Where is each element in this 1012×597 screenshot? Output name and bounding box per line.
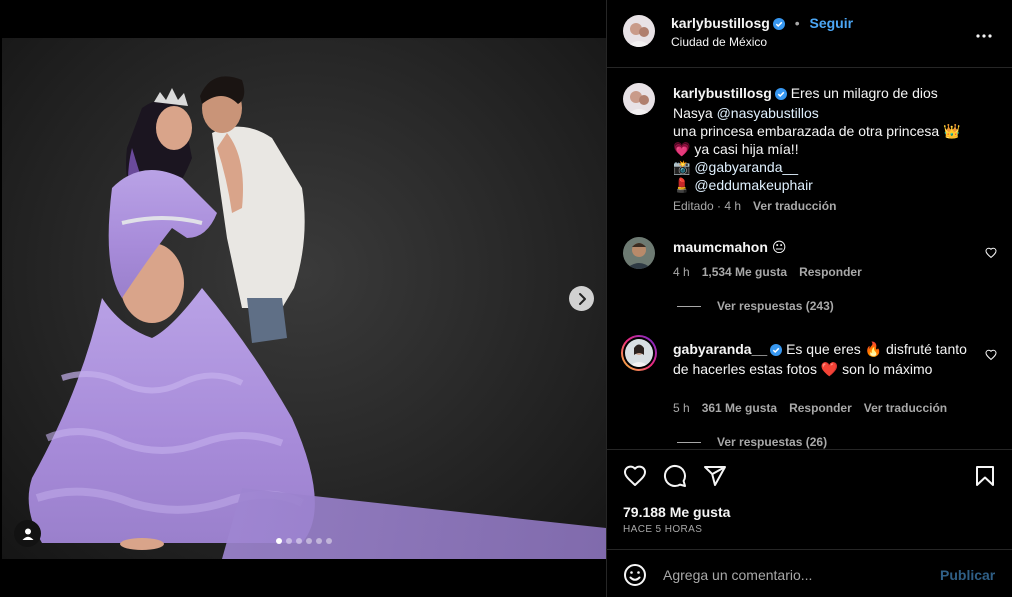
comment-meta: 4 h 1,534 Me gusta Responder: [673, 265, 862, 279]
post-location[interactable]: Ciudad de México: [671, 35, 767, 49]
caption-line-1: Eres un milagro de dios: [790, 85, 938, 101]
comment-icon: [663, 464, 686, 487]
caption-translate-link[interactable]: Ver traducción: [753, 199, 836, 213]
comment-time: 5 h: [673, 401, 690, 415]
caption-text: karlybustillosg Eres un milagro de dios …: [673, 84, 983, 194]
save-button[interactable]: [973, 464, 997, 491]
add-comment-bar: Publicar: [607, 549, 1012, 597]
author-line: karlybustillosg • Seguir: [671, 15, 853, 33]
comment-username[interactable]: maumcmahon: [673, 239, 768, 255]
reply-button[interactable]: Responder: [799, 265, 862, 279]
like-button[interactable]: [623, 464, 647, 491]
comment-text: maumcmahon 😐: [673, 238, 983, 256]
emoji-icon: [624, 564, 646, 586]
heart-icon: [985, 247, 997, 259]
mention-eddumakeuphair[interactable]: @eddumakeuphair: [694, 177, 813, 193]
post-header: karlybustillosg • Seguir Ciudad de Méxic…: [607, 0, 1012, 68]
caption-line-2: Nasya: [673, 105, 717, 121]
comment-input[interactable]: [663, 563, 933, 587]
verified-icon: [770, 342, 783, 360]
comments-list[interactable]: karlybustillosg Eres un milagro de dios …: [607, 69, 1012, 449]
comment-button[interactable]: [663, 464, 687, 491]
publish-button[interactable]: Publicar: [940, 567, 995, 583]
post-time: HACE 5 HORAS: [623, 524, 703, 535]
caption: karlybustillosg Eres un milagro de dios …: [607, 69, 1012, 219]
replies-divider: [677, 441, 701, 443]
lipstick-emoji: 💄: [673, 177, 695, 193]
post-photo[interactable]: [2, 38, 606, 559]
comment-like-button[interactable]: [985, 246, 997, 262]
replies-divider: [677, 305, 701, 307]
comment-item: gabyaranda__ Es que eres 🔥 disfruté tant…: [607, 335, 1012, 449]
more-options-button[interactable]: [975, 26, 993, 42]
carousel-indicator: [276, 538, 332, 544]
caption-line-3: una princesa embarazada de otra princesa…: [673, 123, 961, 139]
post-side-panel: karlybustillosg • Seguir Ciudad de Méxic…: [606, 0, 1012, 597]
verified-icon: [774, 86, 787, 104]
comment-like-button[interactable]: [985, 348, 997, 364]
comment-item: maumcmahon 😐 4 h 1,534 Me gusta Responde…: [607, 231, 1012, 326]
separator-dot: •: [794, 15, 800, 31]
camera-emoji: 📸: [673, 159, 695, 175]
avatar-inner-ring: [623, 337, 655, 369]
caption-avatar[interactable]: [623, 83, 655, 115]
caption-line-4: 💗 ya casi hija mía!!: [673, 141, 799, 157]
author-avatar[interactable]: [623, 15, 655, 47]
caption-username[interactable]: karlybustillosg: [673, 85, 772, 101]
view-replies-label: Ver respuestas (243): [717, 299, 834, 313]
view-replies-button[interactable]: Ver respuestas (243): [677, 299, 834, 313]
carousel-dot: [286, 538, 292, 544]
carousel-dot: [326, 538, 332, 544]
view-replies-label: Ver respuestas (26): [717, 435, 828, 449]
commenter-avatar[interactable]: [623, 237, 655, 269]
heart-icon: [624, 465, 646, 486]
chevron-right-icon: [578, 292, 586, 305]
comment-meta: 5 h 361 Me gusta Responder Ver traducció…: [673, 401, 947, 415]
post-actions: 79.188 Me gusta HACE 5 HORAS: [607, 449, 1012, 549]
comment-username[interactable]: gabyaranda__: [673, 341, 767, 357]
commenter-avatar-story-ring[interactable]: [621, 335, 657, 371]
comment-likes[interactable]: 1,534 Me gusta: [702, 265, 787, 279]
bookmark-icon: [976, 466, 994, 486]
mention-nasyabustillos[interactable]: @nasyabustillos: [717, 105, 819, 121]
reply-button[interactable]: Responder: [789, 401, 852, 415]
view-replies-button[interactable]: Ver respuestas (26): [677, 435, 827, 449]
carousel-dot: [316, 538, 322, 544]
comment-text: gabyaranda__ Es que eres 🔥 disfruté tant…: [673, 340, 983, 378]
carousel-dot: [276, 538, 282, 544]
avatar-photo-icon: [623, 237, 655, 269]
follow-button[interactable]: Seguir: [810, 15, 854, 31]
caption-edited-time: Editado · 4 h: [673, 199, 742, 213]
carousel-dot: [296, 538, 302, 544]
translate-button[interactable]: Ver traducción: [864, 401, 947, 415]
avatar-photo-icon: [623, 83, 655, 115]
media-pane: [0, 0, 606, 597]
avatar-photo-icon: [623, 15, 655, 47]
share-button[interactable]: [703, 464, 727, 491]
verified-icon: [772, 17, 785, 33]
likes-count[interactable]: 79.188 Me gusta: [623, 504, 730, 520]
avatar-photo-icon: [625, 339, 653, 367]
comment-body: 😐: [771, 239, 787, 255]
author-username[interactable]: karlybustillosg: [671, 15, 770, 31]
caption-meta: Editado · 4 h Ver traducción: [673, 199, 836, 213]
tagged-users-button[interactable]: [14, 520, 41, 547]
comment-time: 4 h: [673, 265, 690, 279]
mention-gabyaranda[interactable]: @gabyaranda__: [694, 159, 798, 175]
comment-likes[interactable]: 361 Me gusta: [702, 401, 777, 415]
share-icon: [704, 466, 726, 486]
emoji-button[interactable]: [623, 563, 647, 590]
next-photo-button[interactable]: [569, 286, 594, 311]
carousel-dot: [306, 538, 312, 544]
maternity-photo-illustration: [28, 76, 606, 559]
user-icon: [22, 528, 33, 540]
more-horizontal-icon: [976, 34, 992, 38]
heart-icon: [985, 349, 997, 361]
